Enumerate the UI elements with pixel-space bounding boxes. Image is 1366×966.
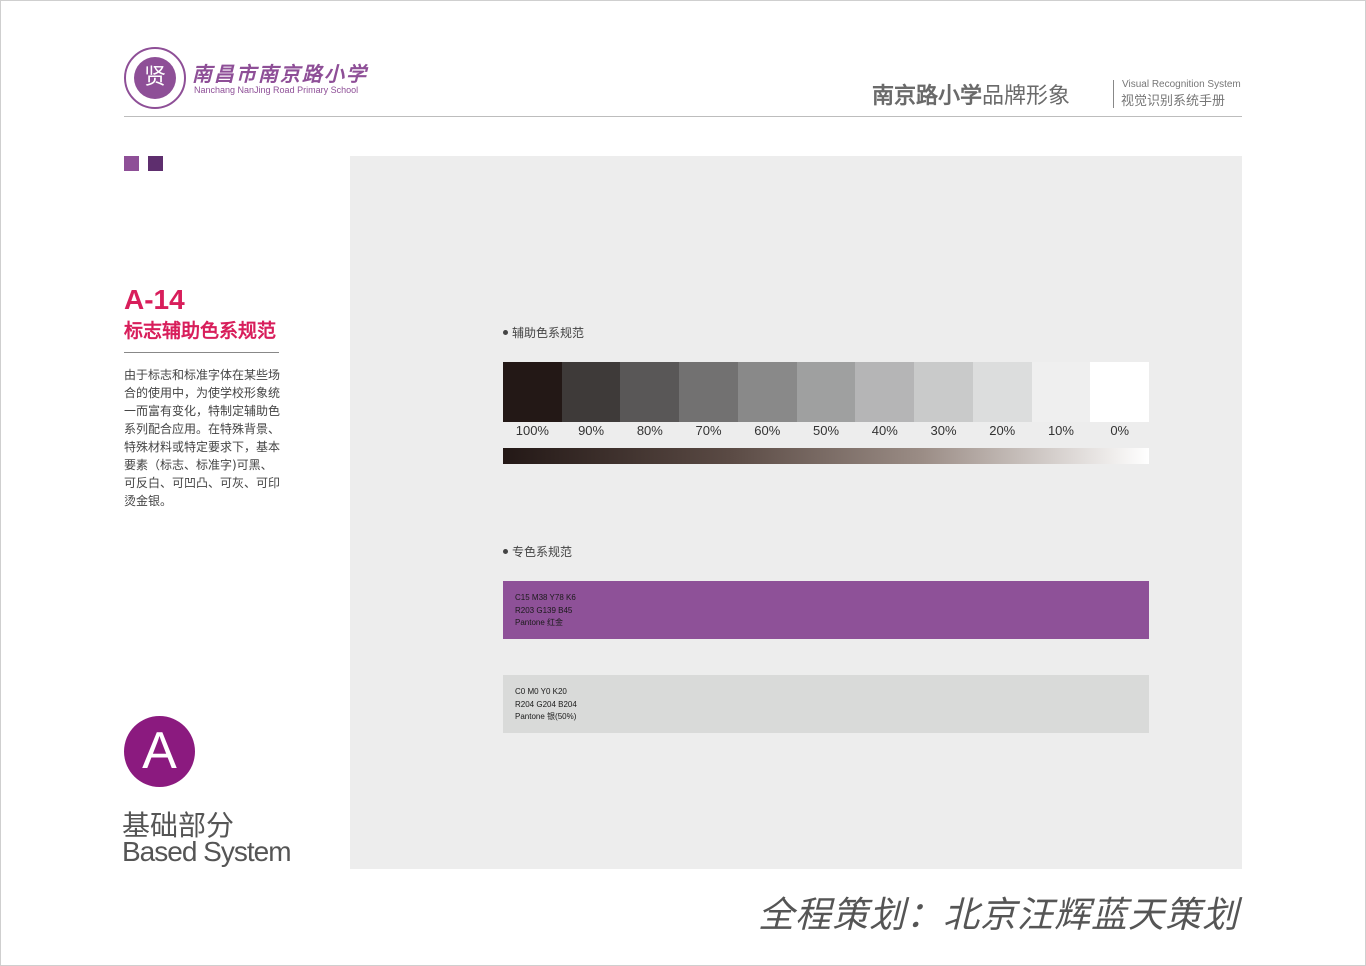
brand-divider [1113, 80, 1114, 108]
gray-swatch [1090, 362, 1150, 422]
gray-percent-row: 100% 90% 80% 70% 60% 50% 40% 30% 20% 10% 0% [503, 423, 1149, 438]
gray-swatch [679, 362, 738, 422]
brand-subtitle-cn: 视觉识别系统手册 [1121, 94, 1226, 109]
brand-subtitle-en: Visual Recognition System [1122, 79, 1241, 90]
footer-credit: 全程策划：北京汪辉蓝天策划 [758, 895, 1240, 936]
section-description: 由于标志和标准字体在某些场合的使用中，为使学校形象统一而富有变化，特制定辅助色系… [124, 368, 281, 508]
gray-percent-label: 80% [636, 423, 663, 438]
gray-percent-label: 10% [1047, 423, 1074, 438]
gray-percent-label: 40% [871, 423, 898, 438]
content-panel [350, 156, 1242, 869]
brand-title-bold: 南京路小学 [872, 83, 983, 108]
gray-percent-label: 90% [578, 423, 605, 438]
section-divider [124, 352, 279, 353]
gray-swatch [1031, 362, 1091, 422]
spot-label: 专色系规范 [503, 543, 572, 560]
spot-color-purple: C15 M38 Y78 K6 R203 G139 B45 Pantone 红金 [503, 581, 1149, 639]
brand-title: 南京路小学品牌形象 [872, 78, 1070, 110]
gray-percent-label: 50% [813, 423, 840, 438]
auxiliary-label: 辅助色系规范 [503, 324, 584, 341]
brand-title-rest: 品牌形象 [982, 83, 1071, 108]
gray-percent-label: 30% [930, 423, 957, 438]
section-code: A-14 [124, 284, 185, 315]
spot-cmyk: C0 M0 Y0 K20 [515, 687, 567, 696]
school-name-cn: 南昌市南京路小学 [192, 62, 368, 86]
part-letter-badge: A [124, 716, 195, 787]
bullet-icon [503, 549, 508, 554]
spot-pantone: Pantone 银(50%) [515, 712, 577, 721]
part-name-en: Based System [122, 836, 292, 867]
gray-swatch [737, 362, 797, 422]
gray-percent-label: 0% [1110, 423, 1130, 438]
gray-swatch-row [503, 362, 1150, 422]
spot-cmyk: C15 M38 Y78 K6 [515, 593, 576, 602]
spot-label-text: 专色系规范 [512, 545, 573, 559]
gray-percent-label: 20% [989, 423, 1016, 438]
header-divider [124, 116, 1242, 117]
decor-square-dark [148, 156, 163, 171]
spot-pantone: Pantone 红金 [515, 618, 564, 627]
spot-rgb: R204 G204 B204 [515, 699, 577, 709]
gray-percent-label: 60% [754, 423, 781, 438]
gray-gradient-bar [503, 448, 1149, 464]
decor-square-light [124, 156, 139, 171]
gray-swatch [561, 362, 621, 422]
gray-swatch [796, 362, 856, 422]
spot-color-silver: C0 M0 Y0 K20 R204 G204 B204 Pantone 银(50… [503, 675, 1149, 733]
spot-rgb: R203 G139 B45 [515, 605, 573, 615]
school-name-en: Nanchang NanJing Road Primary School [194, 85, 359, 95]
auxiliary-label-text: 辅助色系规范 [512, 326, 585, 340]
logo-glyph: 贤 [134, 57, 176, 99]
gray-swatch [972, 362, 1032, 422]
section-title: 标志辅助色系规范 [124, 320, 277, 342]
gray-percent-label: 70% [695, 423, 722, 438]
gray-swatch [503, 362, 562, 422]
gray-swatch [855, 362, 915, 422]
gray-swatch [914, 362, 973, 422]
gray-swatch [620, 362, 680, 422]
gray-percent-label: 100% [515, 423, 549, 438]
school-logo: 贤 [124, 47, 186, 109]
bullet-icon [503, 330, 508, 335]
